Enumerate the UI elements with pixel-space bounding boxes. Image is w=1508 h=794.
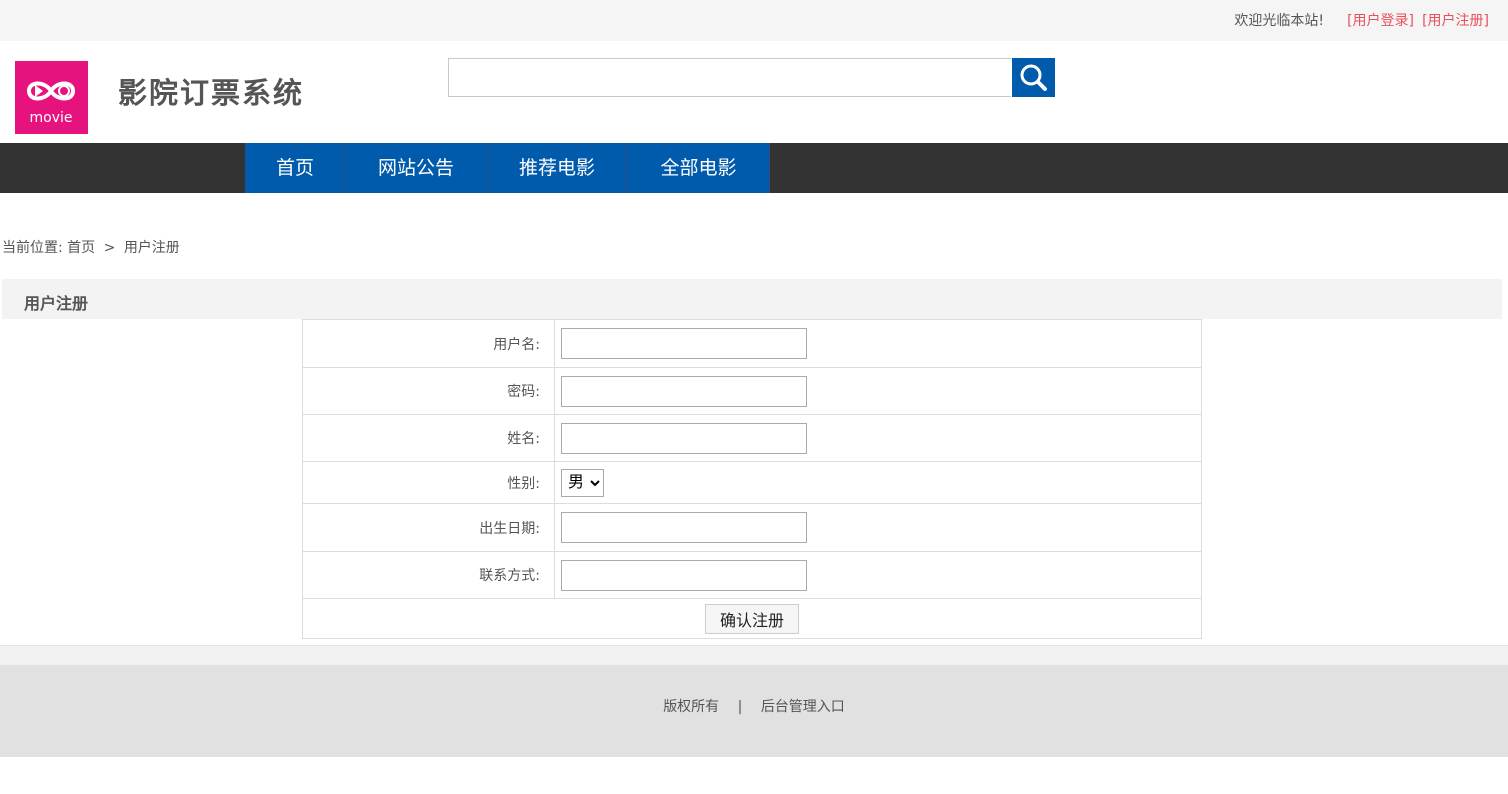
username-label: 用户名: [302, 319, 555, 368]
breadcrumb: 当前位置: 首页 > 用户注册 [2, 237, 180, 257]
breadcrumb-prefix: 当前位置: [2, 240, 63, 256]
welcome-text: 欢迎光临本站! [1234, 13, 1324, 29]
search-button[interactable] [1012, 58, 1055, 97]
form-row-name: 姓名: [302, 414, 1202, 462]
password-label: 密码: [302, 367, 555, 415]
form-row-contact: 联系方式: [302, 551, 1202, 599]
form-row-username: 用户名: [302, 319, 1202, 368]
admin-entry-link[interactable]: 后台管理入口 [761, 699, 845, 715]
footer-separator: | [737, 699, 743, 715]
nav-recommended-movies[interactable]: 推荐电影 [487, 143, 628, 193]
movie-logo-icon: movie [26, 81, 76, 126]
contact-label: 联系方式: [302, 551, 555, 599]
form-row-birthday: 出生日期: [302, 503, 1202, 552]
main-navbar: 首页 网站公告 推荐电影 全部电影 [0, 143, 1508, 193]
password-field[interactable] [561, 375, 807, 407]
username-field[interactable] [561, 328, 807, 359]
contact-field[interactable] [561, 559, 807, 591]
form-row-gender: 性别: 男 [302, 461, 1202, 504]
breadcrumb-separator: > [103, 240, 116, 256]
name-label: 姓名: [302, 414, 555, 462]
top-bar: 欢迎光临本站! [用户登录] [用户注册] [0, 0, 1508, 41]
gender-select[interactable]: 男 [561, 468, 604, 497]
site-logo[interactable]: movie [15, 61, 88, 134]
birthday-field[interactable] [561, 512, 807, 543]
gender-label: 性别: [302, 461, 555, 504]
footer: 版权所有 | 后台管理入口 [0, 665, 1508, 757]
breadcrumb-current: 用户注册 [123, 240, 180, 256]
register-link[interactable]: [用户注册] [1422, 10, 1489, 30]
nav-all-movies[interactable]: 全部电影 [628, 143, 770, 193]
section-header: 用户注册 [2, 279, 1502, 319]
name-field[interactable] [561, 422, 807, 454]
nav-home[interactable]: 首页 [245, 143, 346, 193]
nav-announcements[interactable]: 网站公告 [346, 143, 487, 193]
footer-divider [0, 645, 1508, 666]
search-input[interactable] [448, 58, 1011, 97]
copyright-text: 版权所有 [663, 699, 720, 715]
confirm-register-button[interactable]: 确认注册 [704, 603, 799, 634]
register-form: 用户名: 密码: 姓名: 性别: 男 出生日期: 联系方式: 确认注册 [302, 319, 1202, 639]
form-row-submit: 确认注册 [302, 598, 1202, 639]
birthday-label: 出生日期: [302, 503, 555, 552]
form-row-password: 密码: [302, 367, 1202, 415]
site-title: 影院订票系统 [118, 76, 305, 110]
search-icon [1020, 64, 1047, 91]
breadcrumb-home-link[interactable]: 首页 [67, 240, 95, 256]
section-title: 用户注册 [24, 294, 89, 313]
login-link[interactable]: [用户登录] [1347, 10, 1414, 30]
logo-text: movie [30, 110, 73, 126]
